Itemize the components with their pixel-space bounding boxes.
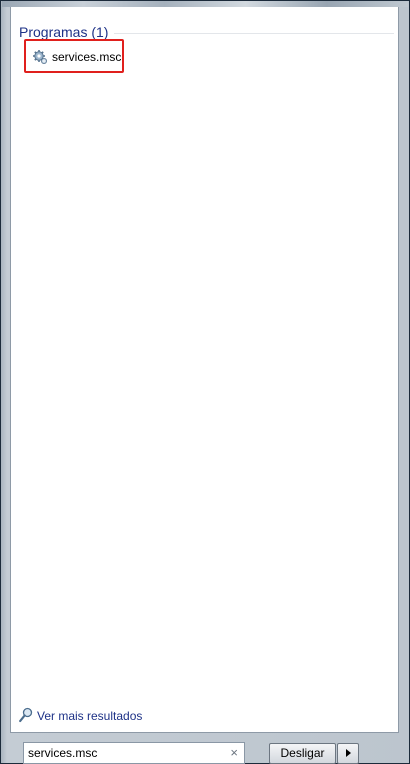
search-results-pane: Programas (1) services.msc Ver mais resu… [10,7,399,733]
services-gear-icon [32,49,48,65]
result-item-services-msc[interactable]: services.msc [24,39,124,73]
group-header-divider [114,33,394,34]
magnifier-icon [19,707,33,723]
arrow-right-icon [346,749,351,757]
clear-x-icon[interactable]: × [230,745,238,761]
start-menu-window: Programas (1) services.msc Ver mais resu… [0,0,410,764]
shutdown-button[interactable]: Desligar [269,743,336,764]
see-more-results-label: Ver mais resultados [37,709,143,723]
group-header-programs: Programas (1) [19,24,109,40]
search-box[interactable]: × [23,742,245,764]
shutdown-options-button[interactable] [337,743,359,764]
result-item-label: services.msc [52,50,122,64]
search-input[interactable] [28,745,218,761]
